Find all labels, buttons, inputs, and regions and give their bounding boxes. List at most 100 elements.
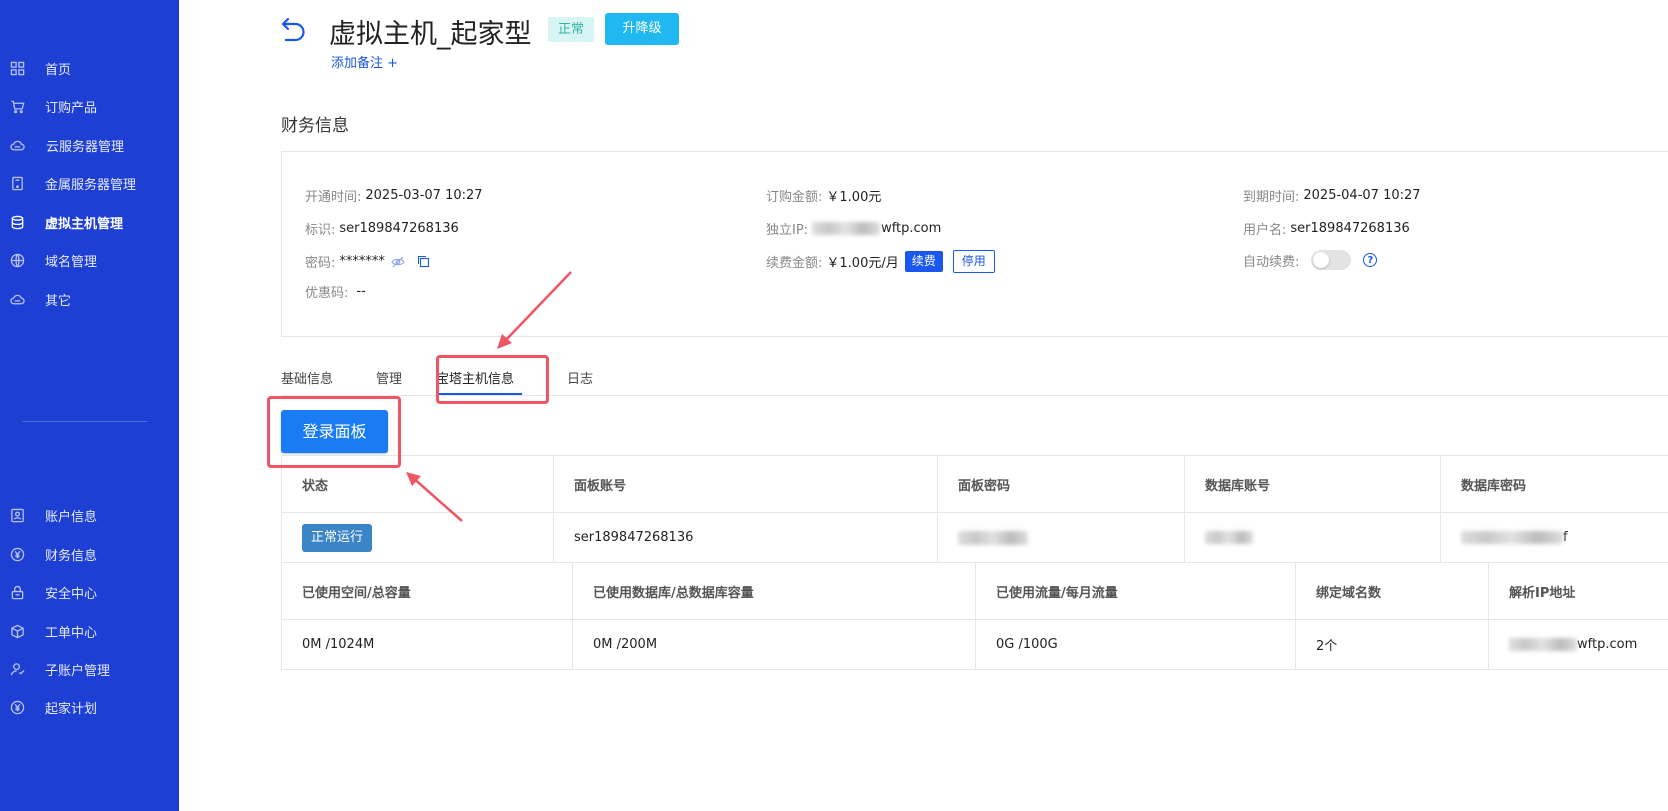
copy-icon[interactable] — [417, 255, 430, 268]
renew-button[interactable]: 续费 — [904, 251, 943, 272]
page-title: 虚拟主机_起家型 — [329, 19, 532, 50]
field-label: 独立IP: — [766, 223, 809, 238]
redacted-db-password — [1461, 531, 1563, 544]
disable-button[interactable]: 停用 — [952, 250, 995, 273]
sidebar-item-account[interactable]: 账户信息 — [0, 500, 179, 530]
field-value: ser189847268136 — [1290, 221, 1410, 236]
sidebar-item-label: 安全中心 — [45, 586, 98, 602]
table-header: 解析IP地址 — [1488, 563, 1668, 619]
help-icon[interactable]: ? — [1363, 253, 1378, 267]
sidebar-item-label: 订购产品 — [45, 100, 98, 116]
sidebar-item-metal-server[interactable]: 金属服务器管理 — [0, 168, 179, 198]
highlight-box-login — [267, 396, 401, 468]
sidebar-item-domain[interactable]: 域名管理 — [0, 245, 179, 275]
status-badge: 正常 — [548, 17, 595, 42]
table-header-row: 状态 面板账号 面板密码 数据库账号 数据库密码 — [281, 456, 1668, 513]
table-header: 数据库密码 — [1440, 456, 1668, 512]
sidebar-item-label: 首页 — [45, 62, 72, 78]
renew-amount-field: 续费金额: ￥1.00元/月 续费 停用 — [766, 250, 995, 273]
password-field: 密码: ******* — [305, 252, 430, 271]
id-field: 标识: ser189847268136 — [305, 219, 459, 238]
users-icon — [9, 661, 25, 677]
db-usage-cell: 0M /200M — [572, 620, 975, 669]
panel-account-cell: ser189847268136 — [553, 513, 937, 562]
space-usage-cell: 0M /1024M — [281, 620, 572, 669]
table-header-row: 已使用空间/总容量 已使用数据库/总数据库容量 已使用流量/每月流量 绑定域名数… — [281, 563, 1668, 620]
redacted-ip — [812, 222, 881, 235]
sidebar-item-virtual-host[interactable]: 虚拟主机管理 — [0, 207, 179, 237]
grid-icon — [9, 60, 25, 76]
server-icon — [9, 175, 25, 191]
traffic-usage-cell: 0G /100G — [975, 620, 1295, 669]
auto-renew-toggle[interactable] — [1311, 250, 1352, 270]
sidebar-item-subaccount[interactable]: 子账户管理 — [0, 654, 179, 684]
order-amount-field: 订购金额: ￥1.00元 — [766, 186, 881, 205]
yuan-icon — [9, 546, 25, 562]
sidebar-item-label: 账户信息 — [45, 509, 98, 525]
table-header: 面板密码 — [937, 456, 1184, 512]
db-password-suffix: f — [1563, 530, 1568, 545]
field-label: 密码: — [305, 256, 336, 271]
back-icon[interactable] — [279, 14, 309, 44]
status-cell: 正常运行 — [281, 513, 553, 562]
field-label: 开通时间: — [305, 190, 362, 205]
tab-basic-info[interactable]: 基础信息 — [281, 368, 333, 387]
cart-icon — [9, 98, 25, 114]
main-content: 虚拟主机_起家型 正常 升降级 添加备注 + 财务信息 开通时间: 2025-0… — [179, 0, 1668, 811]
cloud-icon — [9, 137, 25, 153]
sidebar: 首页 订购产品 云服务器管理 金属服务器管理 虚拟主机管理 域名管理 其它 账户… — [0, 0, 179, 811]
finance-card: 开通时间: 2025-03-07 10:27 标识: ser1898472681… — [281, 151, 1668, 337]
ip-field: 独立IP: wftp.com — [766, 219, 941, 238]
tab-manage[interactable]: 管理 — [376, 368, 402, 387]
expire-time-field: 到期时间: 2025-04-07 10:27 — [1243, 186, 1421, 205]
coupon-field: 优惠码: -- — [305, 282, 366, 301]
running-status-badge: 正常运行 — [302, 523, 373, 552]
account-icon — [9, 507, 25, 523]
sidebar-item-cloud-server[interactable]: 云服务器管理 — [0, 130, 179, 160]
table-header: 面板账号 — [553, 456, 937, 512]
field-label: 到期时间: — [1243, 190, 1300, 205]
field-label: 自动续费: — [1243, 254, 1300, 270]
table-row: 0M /1024M 0M /200M 0G /100G 2个 wftp.com — [281, 620, 1668, 670]
finance-section-title: 财务信息 — [281, 116, 349, 136]
usage-table: 已使用空间/总容量 已使用数据库/总数据库容量 已使用流量/每月流量 绑定域名数… — [281, 562, 1668, 670]
panel-password-cell — [937, 513, 1184, 562]
upgrade-button[interactable]: 升降级 — [605, 13, 679, 45]
table-header: 数据库账号 — [1184, 456, 1440, 512]
sidebar-item-security[interactable]: 安全中心 — [0, 577, 179, 607]
table-header: 已使用空间/总容量 — [281, 563, 572, 619]
field-label: 订购金额: — [766, 190, 823, 205]
table-header: 已使用数据库/总数据库容量 — [572, 563, 975, 619]
field-value: ser189847268136 — [339, 221, 459, 236]
panel-info-table: 状态 面板账号 面板密码 数据库账号 数据库密码 正常运行 ser1898472… — [281, 455, 1668, 563]
add-note-link[interactable]: 添加备注 + — [331, 52, 398, 71]
table-row: 正常运行 ser189847268136 f — [281, 513, 1668, 563]
sidebar-item-startup-plan[interactable]: 起家计划 — [0, 692, 179, 722]
sidebar-item-home[interactable]: 首页 — [0, 53, 179, 83]
open-time-field: 开通时间: 2025-03-07 10:27 — [305, 186, 483, 205]
db-account-cell — [1184, 513, 1440, 562]
field-value: -- — [356, 284, 366, 299]
sidebar-item-order[interactable]: 订购产品 — [0, 91, 179, 121]
sidebar-item-other[interactable]: 其它 — [0, 284, 179, 314]
eye-off-icon[interactable] — [391, 256, 405, 268]
sidebar-item-label: 虚拟主机管理 — [45, 216, 124, 232]
field-label: 标识: — [305, 223, 336, 238]
sidebar-item-label: 子账户管理 — [45, 663, 111, 679]
redacted-panel-password — [958, 530, 1028, 545]
domain-count-cell: 2个 — [1295, 620, 1488, 669]
sidebar-item-finance[interactable]: 财务信息 — [0, 539, 179, 569]
sidebar-item-label: 工单中心 — [45, 625, 98, 641]
field-value: 2025-03-07 10:27 — [365, 188, 483, 203]
box-icon — [9, 623, 25, 639]
sidebar-item-ticket[interactable]: 工单中心 — [0, 616, 179, 646]
database-icon — [9, 214, 25, 230]
sidebar-item-label: 域名管理 — [45, 254, 98, 270]
highlight-box-tab — [436, 355, 549, 404]
yuan-icon — [9, 699, 25, 715]
field-value: ￥1.00元/月 — [826, 256, 899, 271]
tab-log[interactable]: 日志 — [567, 368, 593, 387]
cloud-icon — [9, 291, 25, 307]
redacted-db-account — [1205, 531, 1253, 544]
db-password-cell: f — [1440, 513, 1668, 562]
